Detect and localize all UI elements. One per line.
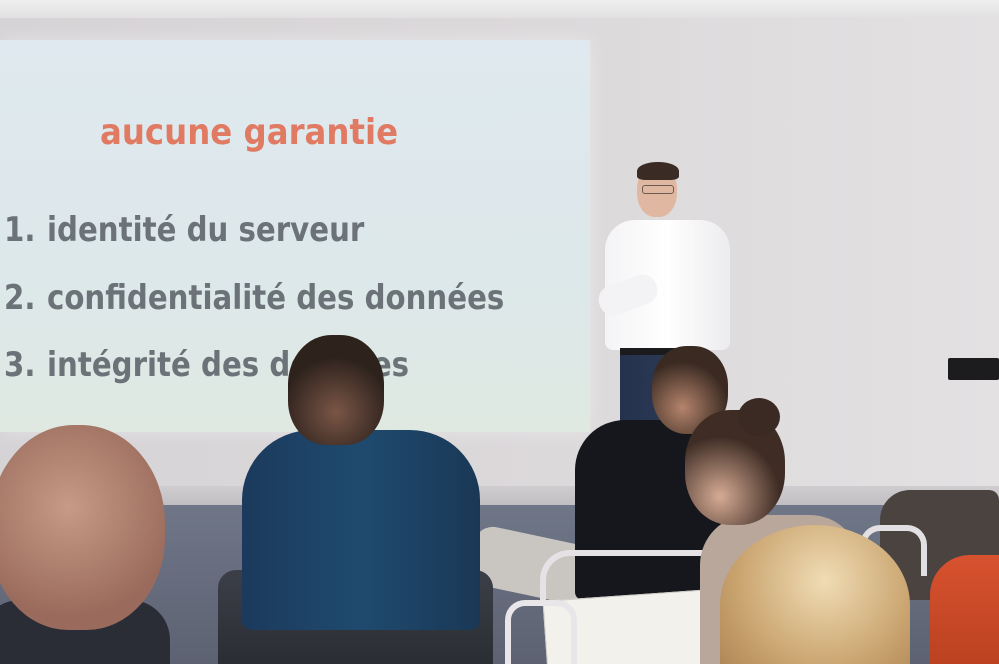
slide-title: aucune garantie (100, 112, 399, 153)
ceiling (0, 0, 999, 19)
lectern (948, 358, 999, 380)
item-number: 3. (4, 345, 36, 385)
presenter-hair (637, 162, 679, 180)
hair-bun (738, 398, 780, 436)
glasses-icon (642, 185, 674, 194)
slide-list-item: 1. identité du serveur (4, 210, 364, 250)
audience-member-head (0, 425, 165, 630)
audience-member-red-jacket (930, 555, 999, 664)
audience-member-body (242, 430, 480, 630)
item-number: 1. (4, 210, 36, 250)
item-text: identité du serveur (47, 210, 365, 250)
item-text: confidentialité des données (47, 278, 505, 318)
slide-list-item: 2. confidentialité des données (4, 278, 504, 318)
item-number: 2. (4, 278, 36, 318)
audience-member-head (288, 335, 384, 445)
chair-frame (505, 600, 577, 664)
photo-scene: aucune garantie 1. identité du serveur 2.… (0, 0, 999, 664)
